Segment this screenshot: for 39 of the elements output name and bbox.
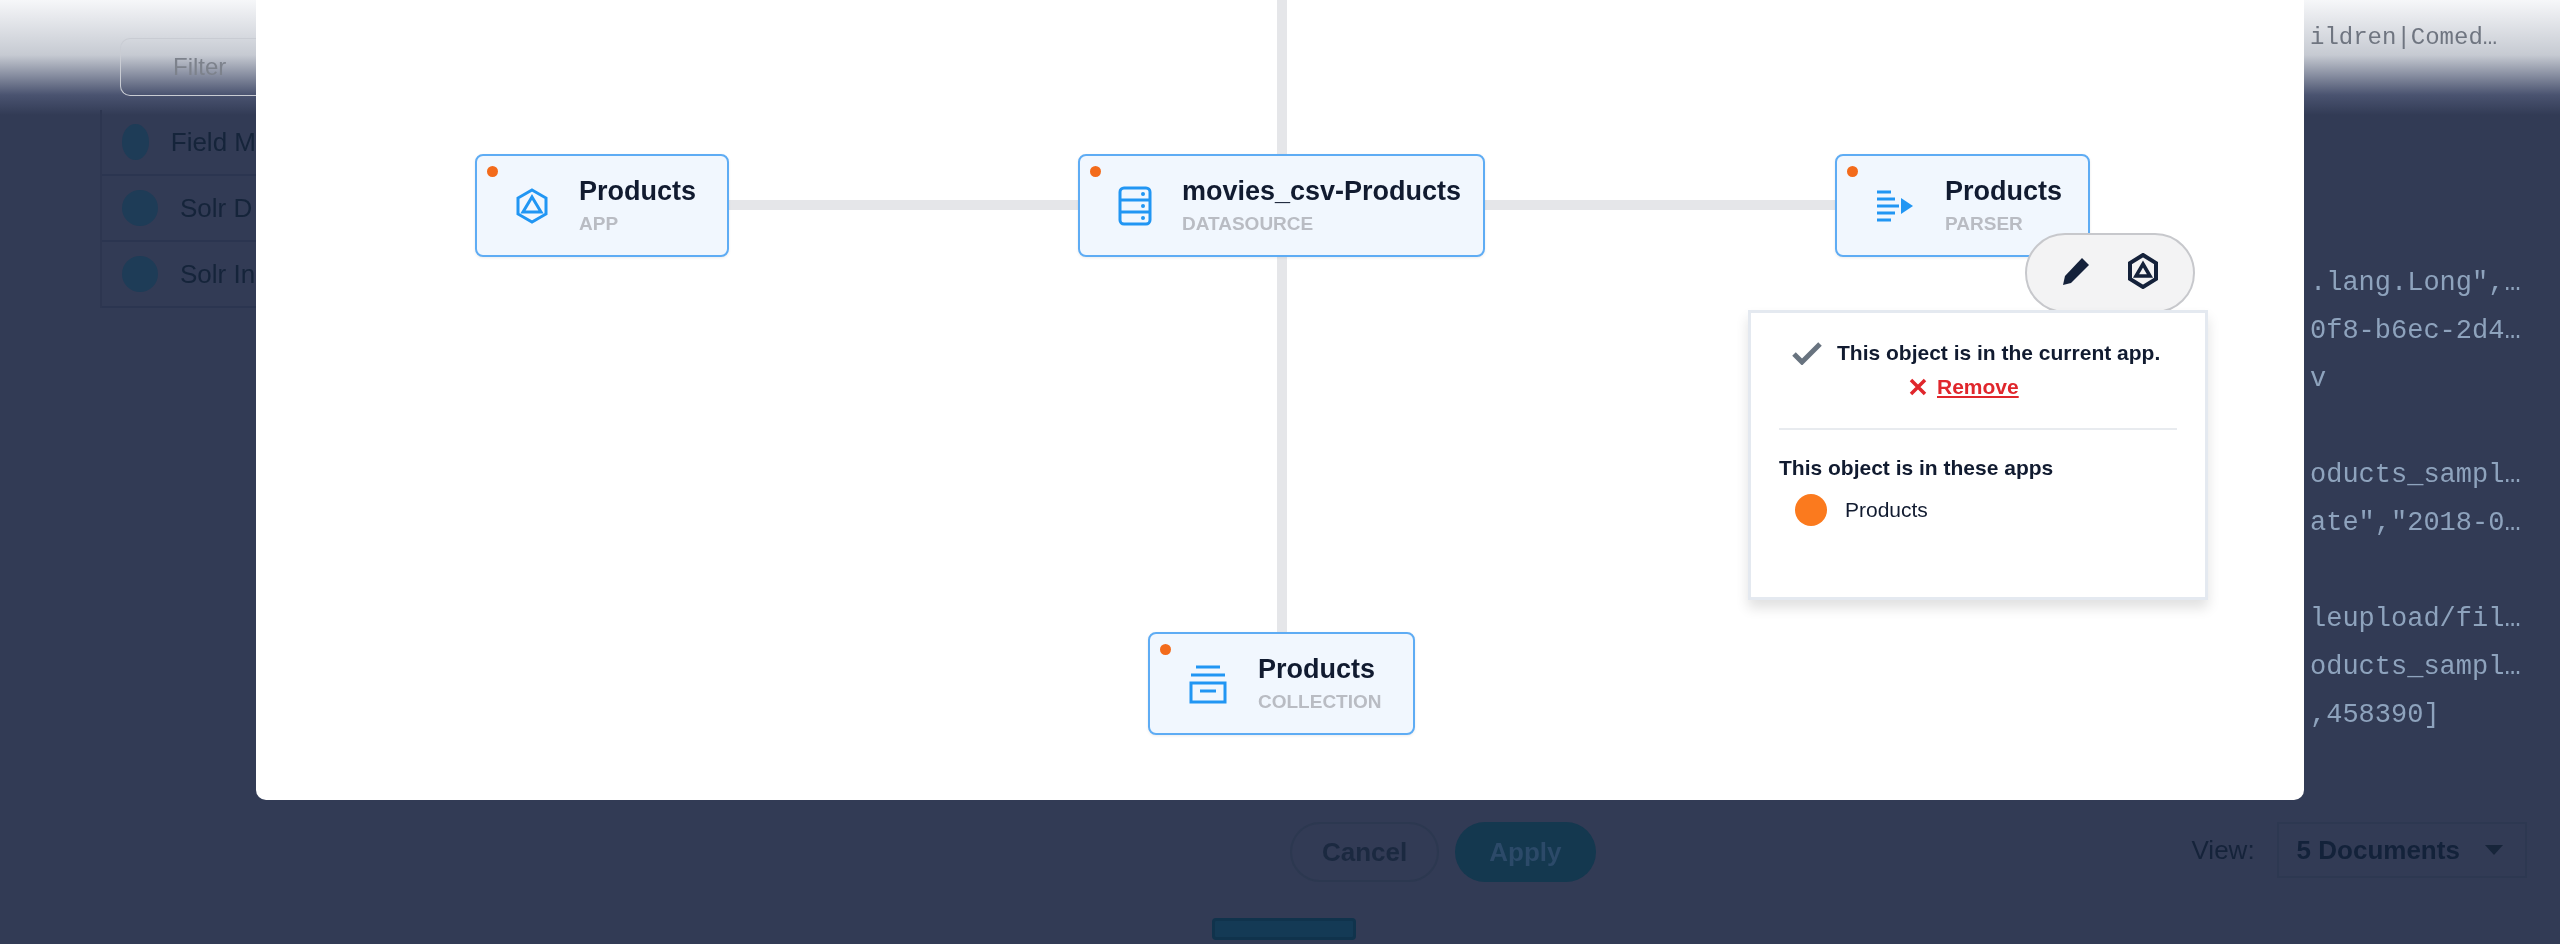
node-title: Products [1945, 176, 2063, 207]
code-line: ate","2018-0… [2310, 507, 2522, 540]
node-type-label: APP [579, 213, 620, 235]
app-dot-icon [1090, 166, 1101, 177]
tray-icon [1188, 663, 1228, 704]
node-type-label: PARSER [1945, 213, 2024, 235]
code-line: leupload/fil… [2310, 603, 2522, 636]
code-line: v [2310, 363, 2328, 396]
apps-heading: This object is in these apps [1779, 456, 2055, 480]
app-dot-icon [1160, 644, 1171, 655]
node-title: Products [1258, 654, 1377, 685]
code-line: .lang.Long",… [2310, 267, 2522, 300]
code-line: ,458390] [2310, 699, 2441, 732]
column-header-text: ildren|Comed… [2310, 24, 2499, 53]
remove-link[interactable]: Remove [1909, 375, 2019, 399]
app-name: Products [1845, 498, 1928, 522]
list-arrow-icon [1875, 188, 1915, 223]
diagram-node[interactable]: movies_csv-Products DATASOURCE [1078, 154, 1485, 257]
diagram-node[interactable]: Products APP [475, 154, 729, 257]
drag-handle[interactable] [1212, 918, 1356, 940]
code-line: oducts_sampl… [2310, 651, 2522, 684]
code-line: oducts_sampl… [2310, 459, 2522, 492]
app-dot-icon [487, 166, 498, 177]
node-title: movies_csv-Products [1182, 176, 1462, 207]
filter-field[interactable]: Filter [120, 38, 256, 96]
code-line: 0f8-b6ec-2d4… [2310, 315, 2522, 348]
close-icon [1909, 378, 1927, 396]
app-dot-icon [1847, 166, 1858, 177]
server-icon [1118, 185, 1152, 226]
status-text: This object is in the current app. [1837, 341, 2161, 365]
node-title: Products [579, 176, 697, 207]
checkmark-icon [1791, 341, 1823, 365]
node-type-label: COLLECTION [1258, 691, 1382, 713]
diagram-node[interactable]: Products COLLECTION [1148, 632, 1415, 735]
caret-icon [2484, 845, 2503, 855]
hexagon-icon [515, 187, 549, 224]
hexagon-icon[interactable] [2127, 253, 2159, 289]
diagram-node[interactable]: Products PARSER [1835, 154, 2090, 257]
node-type-label: DATASOURCE [1182, 213, 1315, 235]
